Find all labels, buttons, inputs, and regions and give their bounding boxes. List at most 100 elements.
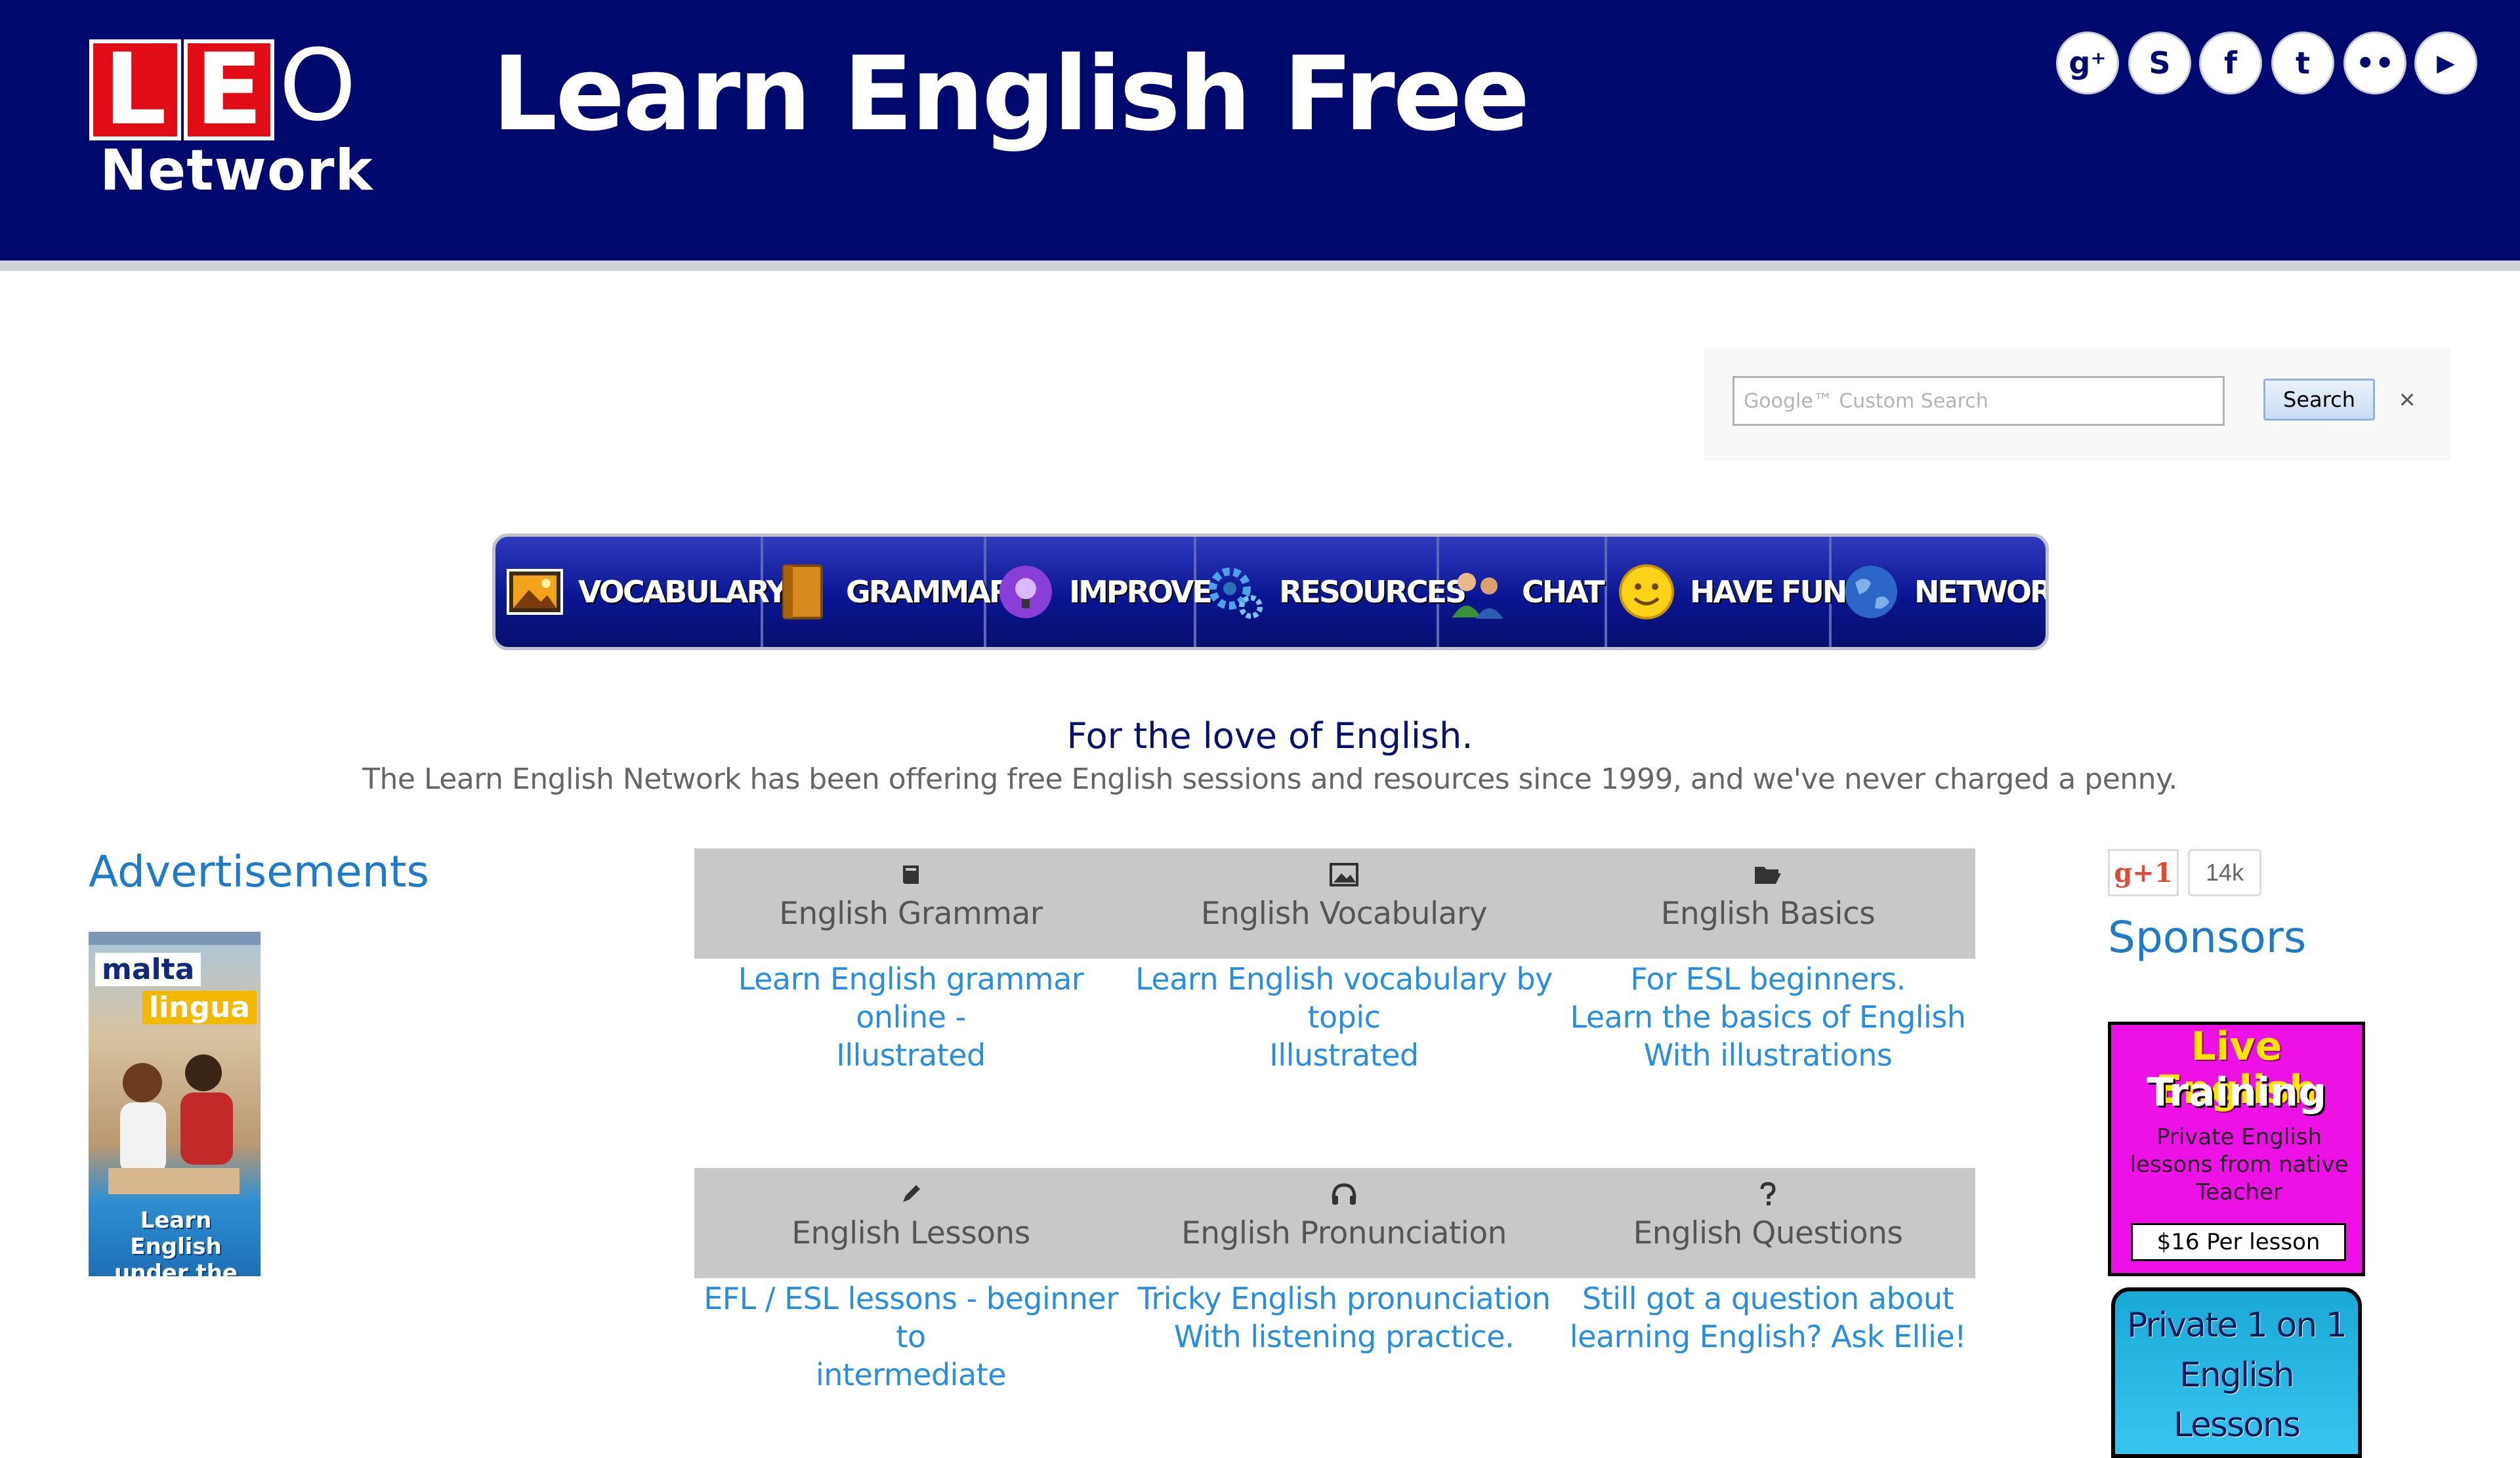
- globe-icon: [1839, 560, 1902, 623]
- ad-price: $16 Per lesson: [2131, 1223, 2346, 1261]
- lingua-brand: lingua: [142, 991, 257, 1024]
- description-line: Illustrated: [836, 1037, 986, 1073]
- description-line: Tricky English pronunciation: [1137, 1281, 1551, 1316]
- category-english-vocabulary[interactable]: English Vocabulary: [1127, 848, 1561, 959]
- description-line: With illustrations: [1643, 1037, 1893, 1073]
- description-line: Learn the basics of English: [1570, 999, 1966, 1035]
- category-description[interactable]: Learn English grammar online - Illustrat…: [694, 960, 1127, 1074]
- malta-brand: malta: [95, 953, 201, 986]
- picture-icon: [1127, 855, 1561, 894]
- description-line: topic: [1307, 999, 1381, 1035]
- description-line: intermediate: [816, 1357, 1007, 1392]
- flickr-icon[interactable]: ••: [2343, 31, 2406, 94]
- google-plus-icon[interactable]: g⁺: [2056, 31, 2119, 94]
- leo-network-logo[interactable]: L E O Network: [85, 29, 374, 203]
- description-line: Learn English vocabulary by: [1135, 961, 1553, 997]
- main-navigation: VOCABULARY GRAMMAR IMPROVE RESOURCES CHA…: [492, 533, 2049, 650]
- plus-one-count: 14k: [2188, 849, 2261, 896]
- ad-subtitle: Private English lessons from native Teac…: [2130, 1124, 2349, 1205]
- facebook-icon[interactable]: f: [2199, 31, 2262, 94]
- nav-item-network[interactable]: NETWORK: [1832, 537, 2046, 647]
- nav-item-grammar[interactable]: GRAMMAR: [763, 537, 1012, 647]
- tagline: For the love of English.: [1066, 715, 1473, 757]
- search-input[interactable]: [1732, 376, 2225, 426]
- category-title: English Pronunciation: [1181, 1215, 1507, 1251]
- book-icon: [694, 855, 1127, 894]
- ad-text: Private 1 on 1 English Lessons: [2115, 1301, 2358, 1450]
- google-plus-one-widget: g+1 14k: [2108, 849, 2272, 896]
- search-button[interactable]: Search: [2263, 379, 2375, 421]
- plus-one-button[interactable]: g+1: [2108, 849, 2179, 896]
- category-description[interactable]: EFL / ESL lessons - beginner to intermed…: [694, 1280, 1127, 1394]
- folder-open-icon: [1561, 855, 1975, 894]
- nav-label: RESOURCES: [1279, 574, 1467, 610]
- description-line: Illustrated: [1269, 1037, 1419, 1073]
- logo-letter-e: E: [184, 39, 274, 140]
- gears-icon: [1204, 560, 1267, 623]
- description-line: learning English? Ask Ellie!: [1569, 1319, 1967, 1354]
- nav-label: HAVE FUN: [1690, 574, 1847, 610]
- malta-ad-tagline: Learn English under the sun!: [114, 1207, 238, 1276]
- category-bar: English Lessons English Pronunciation En…: [694, 1168, 1975, 1278]
- headphones-icon: [1127, 1175, 1561, 1214]
- question-icon: [1561, 1175, 1975, 1214]
- logo-network-text: Network: [100, 138, 373, 203]
- twitter-icon[interactable]: t: [2271, 31, 2334, 94]
- category-english-basics[interactable]: English Basics: [1561, 848, 1975, 959]
- category-title: English Vocabulary: [1200, 896, 1488, 932]
- live-english-training-ad[interactable]: Live English Training Private English le…: [2108, 1022, 2365, 1276]
- category-title: English Questions: [1633, 1215, 1903, 1251]
- site-header: L E O Network Learn English Free g⁺ S f …: [0, 0, 2520, 260]
- skype-icon[interactable]: S: [2128, 31, 2191, 94]
- ad-line: English Lessons: [2173, 1356, 2301, 1445]
- logo-letter-l: L: [89, 39, 181, 140]
- nav-item-resources[interactable]: RESOURCES: [1196, 537, 1467, 647]
- intro-text: The Learn English Network has been offer…: [362, 762, 2177, 796]
- nav-label: NETWORK: [1914, 574, 2046, 610]
- clear-search-icon[interactable]: ×: [2391, 377, 2424, 423]
- book-icon: [771, 560, 834, 623]
- custom-search-panel: Search ×: [1704, 348, 2450, 461]
- lightbulb-icon: [994, 560, 1057, 623]
- ad-line: Private 1 on 1: [2127, 1306, 2347, 1345]
- nav-label: VOCABULARY: [578, 574, 788, 610]
- nav-label: IMPROVE: [1069, 574, 1213, 610]
- category-title: English Basics: [1660, 896, 1876, 932]
- category-english-lessons[interactable]: English Lessons: [694, 1168, 1127, 1278]
- category-bar: English Grammar English Vocabulary Engli…: [694, 848, 1975, 959]
- description-line: With listening practice.: [1173, 1319, 1515, 1354]
- category-english-pronunciation[interactable]: English Pronunciation: [1127, 1168, 1561, 1278]
- youtube-icon[interactable]: ▶: [2414, 31, 2477, 94]
- logo-letter-o: O: [278, 29, 357, 143]
- category-description[interactable]: Learn English vocabulary by topic Illust…: [1127, 960, 1561, 1074]
- nav-item-chat[interactable]: CHAT: [1439, 537, 1607, 647]
- ad-title-line2: Training: [2147, 1070, 2326, 1115]
- picture-icon: [503, 560, 566, 623]
- description-line: EFL / ESL lessons - beginner to: [704, 1281, 1118, 1354]
- description-line: Still got a question about: [1582, 1281, 1954, 1316]
- social-links: g⁺ S f t •• ▶: [2056, 31, 2483, 97]
- site-title: Learn English Free: [492, 34, 1530, 154]
- pencil-icon: [694, 1175, 1127, 1214]
- category-title: English Grammar: [779, 896, 1043, 932]
- smiley-icon: [1615, 560, 1678, 623]
- description-line: For ESL beginners.: [1630, 961, 1906, 997]
- category-title: English Lessons: [791, 1215, 1030, 1251]
- nav-item-vocabulary[interactable]: VOCABULARY: [495, 537, 788, 647]
- category-english-grammar[interactable]: English Grammar: [694, 848, 1127, 959]
- category-description[interactable]: Tricky English pronunciation With listen…: [1127, 1280, 1561, 1356]
- category-english-questions[interactable]: English Questions: [1561, 1168, 1975, 1278]
- malta-lingua-ad[interactable]: malta lingua Learn English under the sun…: [89, 932, 261, 1276]
- advertisements-heading: Advertisements: [89, 846, 429, 897]
- nav-label: CHAT: [1522, 574, 1605, 610]
- category-description[interactable]: For ESL beginners. Learn the basics of E…: [1561, 960, 1975, 1074]
- nav-item-improve[interactable]: IMPROVE: [986, 537, 1213, 647]
- description-line: Learn English grammar online -: [738, 961, 1084, 1035]
- header-divider: [0, 260, 2520, 271]
- sponsors-heading: Sponsors: [2108, 912, 2307, 963]
- category-description[interactable]: Still got a question about learning Engl…: [1561, 1280, 1975, 1356]
- nav-item-have-fun[interactable]: HAVE FUN: [1607, 537, 1847, 647]
- people-icon: [1447, 560, 1510, 623]
- private-lessons-ad[interactable]: Private 1 on 1 English Lessons: [2111, 1287, 2362, 1458]
- nav-label: GRAMMAR: [846, 574, 1012, 610]
